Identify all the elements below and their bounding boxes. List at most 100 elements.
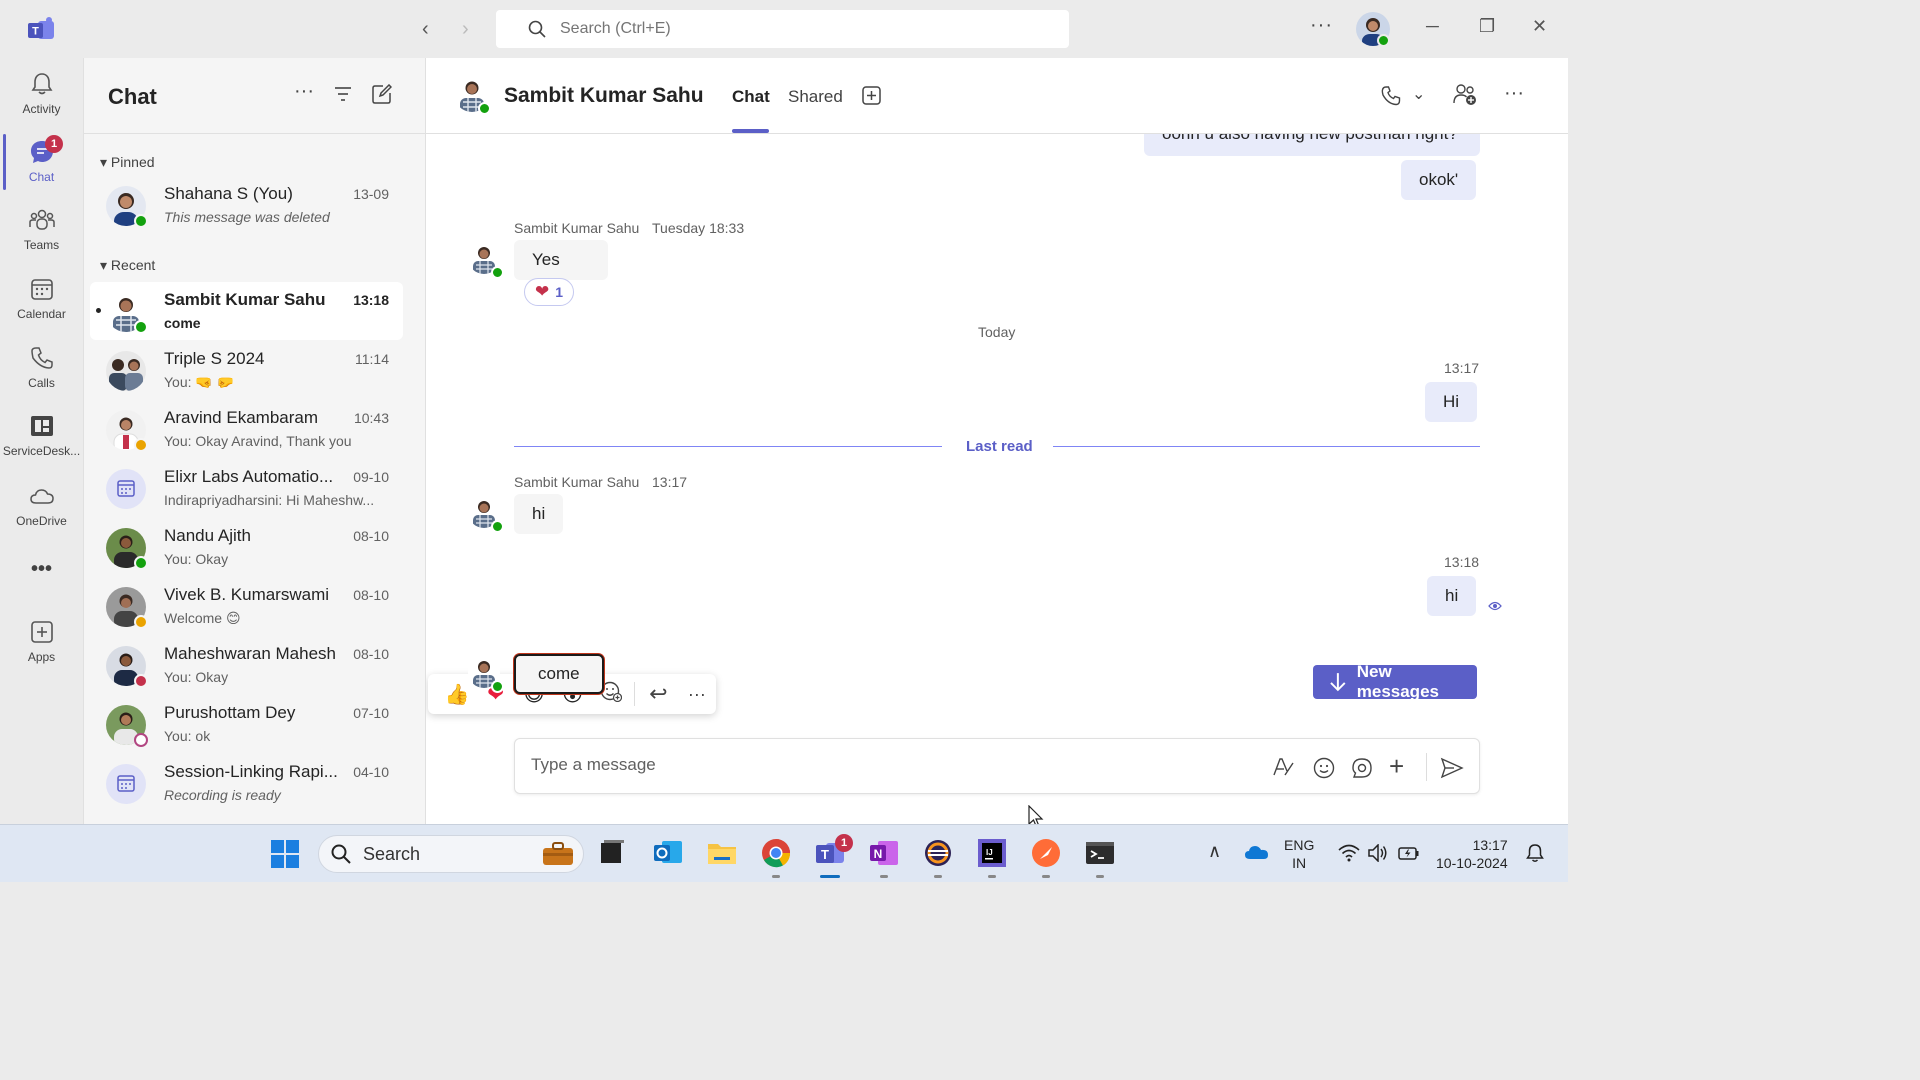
chrome-icon[interactable] bbox=[760, 837, 792, 869]
date-separator: Today bbox=[978, 324, 1016, 340]
more-actions-button[interactable]: ··· bbox=[678, 684, 716, 705]
phone-icon bbox=[30, 347, 53, 369]
chat-list-item[interactable]: Session-Linking Rapi... 04-10 Recording … bbox=[90, 754, 403, 812]
notification-bell-icon[interactable] bbox=[1526, 843, 1544, 863]
message-text: hi bbox=[1445, 586, 1459, 605]
rail-label: ServiceDesk... bbox=[2, 444, 81, 458]
global-search[interactable] bbox=[496, 10, 1069, 48]
pinned-label: Pinned bbox=[110, 154, 155, 170]
outgoing-message[interactable]: hi bbox=[1427, 576, 1477, 616]
add-people-icon[interactable] bbox=[1453, 84, 1477, 106]
forward-arrow-icon[interactable]: › bbox=[462, 18, 469, 41]
rail-item-chat[interactable]: Chat bbox=[0, 138, 83, 184]
chat-preview: Recording is ready bbox=[164, 787, 281, 803]
settings-more-button[interactable]: ··· bbox=[1310, 14, 1333, 37]
running-indicator bbox=[880, 875, 888, 878]
presence-indicator bbox=[134, 556, 148, 570]
back-arrow-icon[interactable]: ‹ bbox=[422, 18, 429, 41]
chat-list-item[interactable]: Shahana S (You) 13-09 This message was d… bbox=[90, 176, 403, 234]
loop-icon[interactable] bbox=[1351, 757, 1373, 779]
chat-list-item[interactable]: Maheshwaran Mahesh 08-10 You: Okay bbox=[90, 636, 403, 694]
new-chat-icon[interactable] bbox=[372, 84, 392, 104]
chat-time: 04-10 bbox=[353, 764, 389, 780]
new-messages-button[interactable]: New messages bbox=[1313, 662, 1477, 701]
more-options-icon[interactable]: ··· bbox=[1504, 82, 1524, 105]
rail-item-apps[interactable]: Apps bbox=[0, 618, 83, 664]
language-line2: IN bbox=[1292, 855, 1307, 871]
rail-item-servicedesk[interactable]: ServiceDesk... bbox=[0, 412, 83, 458]
eclipse-icon[interactable] bbox=[922, 837, 954, 869]
chat-list-item[interactable]: Elixr Labs Automatio... 09-10 Indirapriy… bbox=[90, 459, 403, 517]
emoji-icon[interactable] bbox=[1313, 757, 1335, 779]
battery-charging-icon[interactable] bbox=[1398, 845, 1420, 861]
outlook-icon[interactable] bbox=[652, 837, 684, 869]
minimize-button[interactable]: ─ bbox=[1426, 16, 1439, 37]
wifi-icon[interactable] bbox=[1338, 844, 1360, 862]
rail-item-calls[interactable]: Calls bbox=[0, 344, 83, 390]
chat-list-item[interactable]: Nandu Ajith 08-10 You: Okay bbox=[90, 518, 403, 576]
tab-chat[interactable]: Chat bbox=[732, 87, 770, 107]
rail-more-button[interactable]: ••• bbox=[0, 558, 83, 581]
terminal-icon[interactable] bbox=[1084, 837, 1116, 869]
add-tab-icon[interactable] bbox=[862, 86, 881, 105]
volume-icon[interactable] bbox=[1368, 844, 1388, 862]
outgoing-message[interactable]: okok' bbox=[1401, 160, 1477, 200]
chat-list-item[interactable]: Vivek B. Kumarswami 08-10 Welcome 😊 bbox=[90, 577, 403, 635]
chat-list-item[interactable]: Sambit Kumar Sahu 13:18 come bbox=[90, 282, 403, 340]
heart-reaction[interactable]: ❤ 1 bbox=[524, 278, 575, 306]
taskbar-search[interactable]: Search bbox=[318, 835, 584, 873]
like-reaction-button[interactable]: 👍 bbox=[438, 682, 476, 707]
format-icon[interactable] bbox=[1273, 757, 1295, 777]
outgoing-message[interactable]: Hi bbox=[1425, 382, 1478, 422]
chat-name: Sambit Kumar Sahu bbox=[164, 290, 326, 309]
restore-button[interactable]: ❐ bbox=[1479, 16, 1495, 37]
file-explorer-icon[interactable] bbox=[706, 837, 738, 869]
pinned-section-header[interactable]: ▾ Pinned bbox=[100, 154, 155, 171]
presence-indicator bbox=[491, 680, 504, 693]
chat-list-item[interactable]: Purushottam Dey 07-10 You: ok bbox=[90, 695, 403, 753]
incoming-message[interactable]: come bbox=[514, 654, 604, 694]
meeting-avatar bbox=[106, 764, 146, 804]
send-icon[interactable] bbox=[1440, 757, 1464, 779]
sender-name: Sambit Kumar Sahu bbox=[514, 220, 640, 236]
incoming-message[interactable]: hi bbox=[514, 494, 564, 534]
message-text: come bbox=[538, 664, 580, 683]
chat-list-item[interactable]: Aravind Ekambaram 10:43 You: Okay Aravin… bbox=[90, 400, 403, 458]
windows-start-icon[interactable] bbox=[270, 839, 300, 869]
language-indicator[interactable]: ENG IN bbox=[1284, 836, 1314, 872]
intellij-icon[interactable]: IJ bbox=[976, 837, 1008, 869]
attach-plus-icon[interactable]: + bbox=[1389, 751, 1404, 782]
chat-unread-badge: 1 bbox=[45, 135, 63, 153]
teams-logo-icon[interactable]: T bbox=[28, 17, 54, 41]
phone-icon[interactable] bbox=[1381, 86, 1401, 106]
message-time: 13:17 bbox=[1444, 360, 1480, 376]
chevron-down-icon[interactable]: ⌄ bbox=[1412, 84, 1425, 104]
presence-indicator bbox=[134, 214, 148, 228]
chat-list-item[interactable]: Triple S 2024 11:14 You: 🤜 🤛 bbox=[90, 341, 403, 399]
presence-indicator bbox=[491, 266, 504, 279]
rail-item-teams[interactable]: Teams bbox=[0, 206, 83, 252]
rail-item-onedrive[interactable]: OneDrive bbox=[0, 482, 83, 528]
rail-label: Calendar bbox=[17, 307, 66, 321]
tab-shared[interactable]: Shared bbox=[788, 87, 843, 107]
rail-item-calendar[interactable]: Calendar bbox=[0, 275, 83, 321]
recent-section-header[interactable]: ▾ Recent bbox=[100, 257, 155, 274]
reply-button[interactable]: ↩ bbox=[639, 681, 677, 707]
task-view-icon[interactable] bbox=[596, 837, 628, 869]
teams-icon bbox=[28, 209, 55, 230]
clock[interactable]: 13:17 10-10-2024 bbox=[1436, 836, 1508, 872]
message-input[interactable] bbox=[531, 755, 1231, 775]
onenote-icon[interactable]: N bbox=[868, 837, 900, 869]
incoming-message[interactable]: Yes bbox=[514, 240, 608, 280]
outgoing-message[interactable]: oohh u also having new postman right? bbox=[1144, 134, 1480, 156]
close-button[interactable]: ✕ bbox=[1532, 16, 1547, 37]
postman-icon[interactable] bbox=[1030, 837, 1062, 869]
search-input[interactable] bbox=[560, 20, 1040, 38]
language-line1: ENG bbox=[1284, 837, 1315, 853]
filter-icon[interactable] bbox=[334, 86, 352, 102]
rail-item-activity[interactable]: Activity bbox=[0, 70, 83, 116]
chat-list-more-icon[interactable]: ··· bbox=[294, 80, 314, 103]
show-hidden-icons-chevron-icon[interactable]: ∧ bbox=[1208, 841, 1221, 862]
chat-preview: You: Okay bbox=[164, 669, 229, 685]
onedrive-cloud-icon[interactable] bbox=[1244, 843, 1270, 861]
